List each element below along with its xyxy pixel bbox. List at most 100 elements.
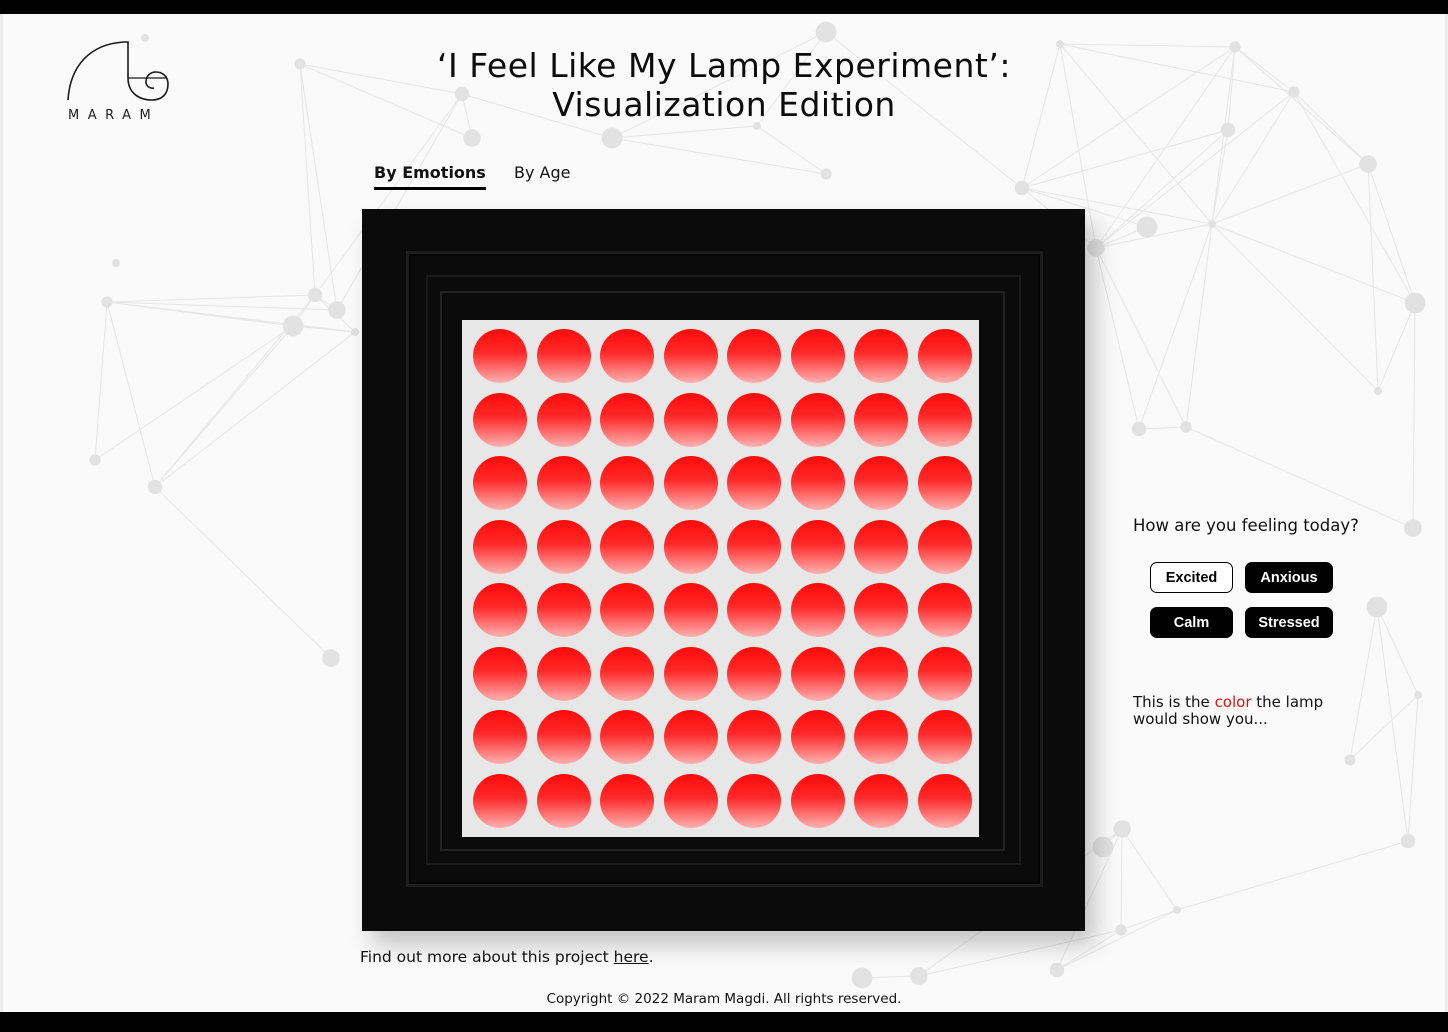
lamp-led (663, 329, 718, 383)
tab-by-emotions[interactable]: By Emotions (374, 163, 486, 190)
network-node (307, 287, 323, 303)
network-line (1121, 828, 1178, 911)
network-node (1115, 924, 1127, 936)
lamp-led (917, 710, 972, 764)
lamp-led (727, 646, 781, 701)
network-node (1344, 754, 1356, 766)
lamp-led (790, 329, 845, 383)
project-link[interactable]: here (614, 948, 649, 966)
lamp-led (663, 519, 718, 574)
network-node (820, 168, 832, 180)
network-line (1376, 606, 1409, 842)
network-line (1211, 163, 1369, 225)
network-line (1185, 426, 1414, 529)
lamp-led (790, 583, 845, 637)
lamp-led (536, 710, 591, 764)
lamp-led (473, 710, 527, 764)
network-line (154, 331, 356, 488)
lamp-led (854, 456, 908, 510)
lamp-led (790, 710, 845, 764)
network-line (106, 294, 316, 303)
tab-by-age[interactable]: By Age (514, 163, 570, 182)
network-node (351, 328, 359, 336)
color-note-prefix: This is the (1133, 693, 1215, 711)
network-line (1185, 223, 1213, 428)
network-node (1092, 836, 1114, 858)
lamp-led (790, 456, 845, 510)
title-line-1: ‘I Feel Like My Lamp Experiment’: (437, 46, 1011, 85)
lamp-led (600, 519, 654, 574)
lamp-led (917, 583, 972, 637)
lamp-led (854, 583, 908, 637)
anxious-button[interactable]: Anxious (1245, 562, 1333, 593)
network-node (328, 301, 346, 319)
lamp-led (536, 773, 591, 828)
network-line (1120, 909, 1178, 931)
lamp-led (473, 773, 527, 828)
calm-button[interactable]: Calm (1150, 607, 1233, 638)
lamp-led (790, 392, 845, 447)
lamp-led (600, 329, 654, 383)
bottom-bar (0, 1012, 1448, 1032)
lamp-led (536, 583, 591, 637)
lamp-led (473, 646, 527, 701)
lamp-led-panel (462, 320, 979, 837)
lamp-led (473, 583, 527, 637)
lamp-led (600, 773, 654, 828)
network-node (89, 454, 101, 466)
network-node (1414, 691, 1422, 699)
lamp-led (473, 519, 527, 574)
lamp-led (917, 456, 972, 510)
network-node (1359, 155, 1377, 173)
network-line (1211, 129, 1229, 225)
network-node (851, 967, 873, 989)
network-node (1131, 421, 1147, 437)
network-line (1227, 46, 1236, 131)
network-node (1049, 962, 1065, 978)
network-line (1367, 163, 1379, 392)
logo-wordmark: MARAM (68, 108, 160, 123)
lamp-led (600, 456, 654, 510)
network-line (94, 301, 108, 461)
network-line (154, 486, 332, 659)
lamp-led (917, 329, 972, 383)
lamp-led (473, 329, 527, 383)
network-node (1404, 292, 1426, 314)
lamp-led (600, 583, 654, 637)
lamp-led (854, 519, 908, 574)
lamp-led (727, 519, 781, 574)
network-node (910, 967, 928, 985)
network-node (1208, 220, 1216, 228)
top-bar (0, 0, 1448, 14)
network-line (1176, 840, 1409, 911)
network-node (1288, 86, 1300, 98)
network-line (1120, 828, 1123, 931)
network-node (282, 315, 304, 337)
network-line (1095, 129, 1229, 249)
lamp-led (854, 773, 908, 828)
lamp-led (663, 583, 718, 637)
lamp-frame (362, 209, 1085, 931)
network-node (1173, 906, 1181, 914)
copyright: Copyright © 2022 Maram Magdi. All rights… (546, 991, 902, 1007)
lamp-led (727, 329, 781, 383)
lamp-led (917, 519, 972, 574)
network-node (1400, 833, 1416, 849)
color-note-accent: color (1214, 693, 1252, 711)
network-line (1407, 694, 1419, 842)
lamp-led (663, 773, 718, 828)
lamp-led (473, 392, 527, 447)
lamp-led (727, 456, 781, 510)
lamp-led (600, 646, 654, 701)
mood-question: How are you feeling today? (1133, 516, 1359, 535)
network-node (294, 58, 306, 70)
stressed-button[interactable]: Stressed (1245, 607, 1333, 638)
lamp-led (917, 392, 972, 447)
network-node (1180, 421, 1192, 433)
excited-button[interactable]: Excited (1150, 562, 1233, 593)
lamp-led (790, 519, 845, 574)
network-node (1229, 41, 1241, 53)
network-node (1374, 387, 1382, 395)
lamp-led (663, 392, 718, 447)
network-node (1366, 596, 1388, 618)
